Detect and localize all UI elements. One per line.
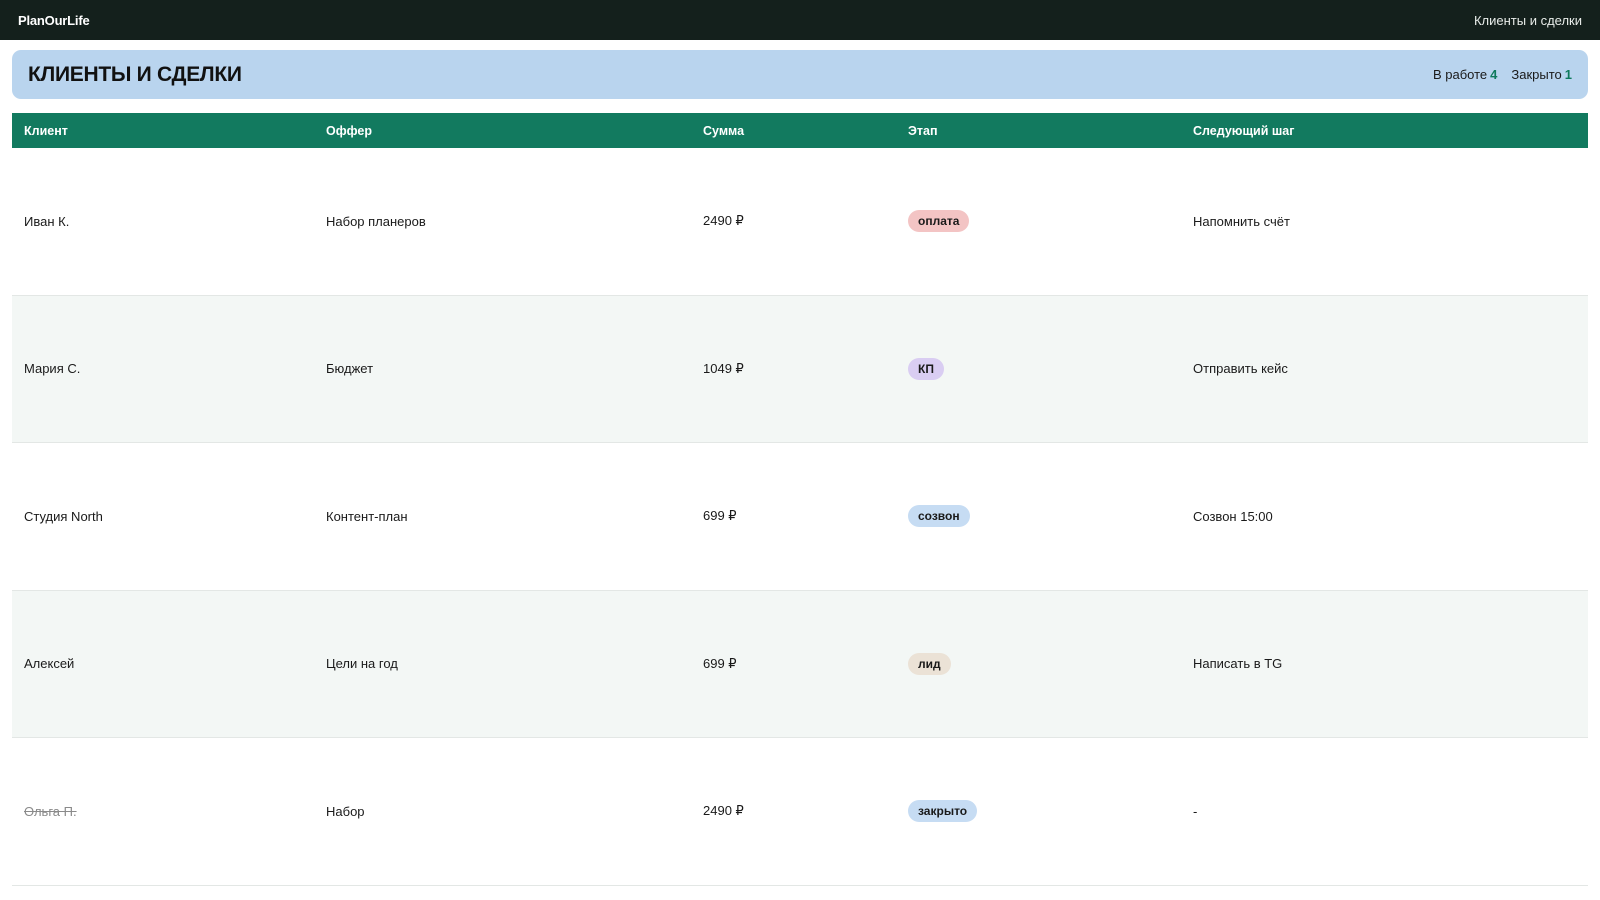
stage-badge[interactable]: созвон [908,505,970,528]
table-header: Клиент Оффер Сумма Этап Следующий шаг [12,113,1588,148]
stage-badge[interactable]: оплата [908,210,970,233]
deal-stats: В работе 4 Закрыто 1 [1433,67,1572,82]
next-step: - [1193,803,1198,819]
offer-name: Набор планеров [326,213,426,229]
stage-badge[interactable]: закрыто [908,800,978,823]
deals-table: Клиент Оффер Сумма Этап Следующий шаг Ив… [12,113,1588,886]
table-row[interactable]: Иван К. Набор планеров 2490 ₽ оплата Нап… [12,148,1588,296]
client-name: Мария С. [24,361,81,377]
column-header-offer[interactable]: Оффер [326,124,703,138]
client-name: Иван К. [24,213,70,229]
nav-link-clients-deals[interactable]: Клиенты и сделки [1474,13,1582,28]
deal-amount: 2490 ₽ [703,213,744,229]
stage-cell: созвон [908,505,1193,528]
client-name: Ольга П. [24,803,77,819]
stat-in-progress: В работе 4 [1433,67,1497,82]
stage-badge[interactable]: КП [908,357,944,380]
table-row[interactable]: Мария С. Бюджет 1049 ₽ КП Отправить кейс [12,295,1588,443]
deal-amount: 2490 ₽ [703,803,744,819]
top-navbar: PlanOurLife Клиенты и сделки [0,0,1600,40]
deal-amount: 699 ₽ [703,655,737,671]
offer-name: Бюджет [326,361,374,377]
column-header-next-step[interactable]: Следующий шаг [1193,124,1588,138]
next-step: Созвон 15:00 [1193,508,1273,524]
stage-badge[interactable]: лид [908,652,951,675]
stage-cell: закрыто [908,800,1193,823]
table-row[interactable]: Ольга П. Набор 2490 ₽ закрыто - [12,738,1588,886]
column-header-amount[interactable]: Сумма [703,124,908,138]
stage-cell: лид [908,652,1193,675]
next-step: Написать в TG [1193,656,1283,672]
offer-name: Цели на год [326,656,398,672]
page-title: КЛИЕНТЫ И СДЕЛКИ [28,62,242,86]
client-name: Алексей [24,656,75,672]
client-name: Студия North [24,508,103,524]
brand-logo[interactable]: PlanOurLife [18,13,90,28]
offer-name: Набор [326,803,365,819]
stat-value: 1 [1564,67,1572,82]
stage-cell: оплата [908,210,1193,233]
column-header-stage[interactable]: Этап [908,124,1193,138]
stat-label: В работе [1432,67,1488,82]
column-header-client[interactable]: Клиент [12,124,326,138]
table-row[interactable]: Алексей Цели на год 699 ₽ лид Написать в… [12,590,1588,738]
offer-name: Контент-план [326,508,408,524]
deal-amount: 1049 ₽ [703,360,744,376]
table-row[interactable]: Студия North Контент-план 699 ₽ созвон С… [12,443,1588,591]
stat-label: Закрыто [1511,67,1562,82]
next-step: Отправить кейс [1193,361,1288,377]
stage-cell: КП [908,357,1193,380]
next-step: Напомнить счёт [1193,213,1290,229]
deal-amount: 699 ₽ [703,508,737,524]
stat-value: 4 [1490,67,1498,82]
stat-closed: Закрыто 1 [1511,67,1572,82]
page-header: КЛИЕНТЫ И СДЕЛКИ В работе 4 Закрыто 1 [12,50,1588,99]
